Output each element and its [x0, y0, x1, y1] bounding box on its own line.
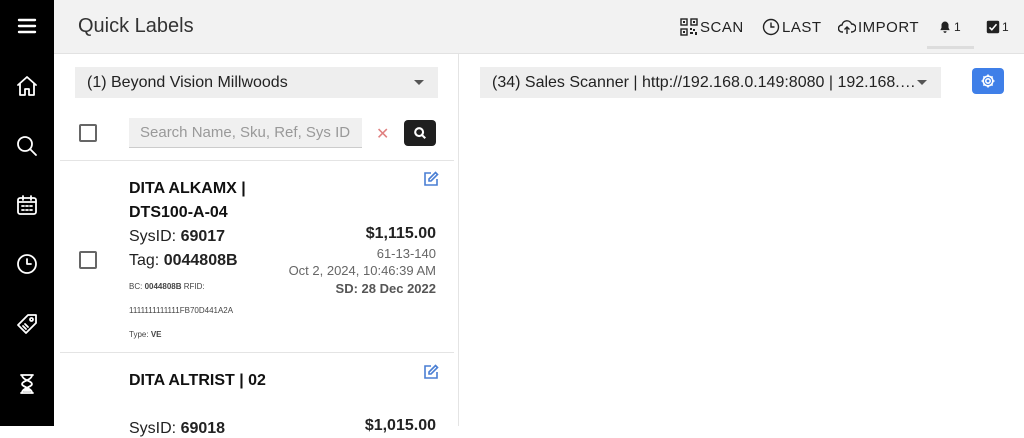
search-button[interactable]: [404, 120, 436, 146]
gear-icon: [981, 74, 995, 88]
import-button-label: IMPORT: [858, 18, 920, 36]
item-list-pane: (1) Beyond Vision Millwoods ✕ DITA ALKAM…: [54, 54, 459, 437]
last-button-label: LAST: [782, 18, 822, 36]
chevron-down-icon: [917, 80, 927, 85]
scan-button[interactable]: SCAN: [680, 16, 744, 38]
sidebar: [0, 0, 54, 426]
scanner-select[interactable]: (34) Sales Scanner | http://192.168.0.14…: [480, 67, 941, 98]
item-ref: 61-13-140: [376, 246, 436, 261]
last-button[interactable]: LAST: [762, 16, 822, 38]
tasks-count: 1: [1002, 20, 1010, 34]
notifications-count: 1: [954, 20, 962, 34]
home-icon[interactable]: [0, 66, 54, 106]
calendar-icon[interactable]: [0, 185, 54, 225]
bell-icon: [940, 21, 950, 33]
hourglass-icon[interactable]: [0, 364, 54, 404]
item-sysid: SysID: 69018: [129, 420, 226, 437]
notifications-button[interactable]: 1: [938, 16, 961, 38]
checkbox-icon: [986, 20, 1000, 34]
tasks-button[interactable]: 1: [986, 16, 1009, 38]
search-icon[interactable]: [0, 126, 54, 166]
page-title: Quick Labels: [78, 15, 194, 37]
clear-search-icon[interactable]: ✕: [376, 124, 389, 144]
cloud-upload-icon: [838, 20, 856, 34]
item-sysid: SysID: 69017: [129, 228, 226, 245]
item-sold-date: SD: 28 Dec 2022: [335, 281, 436, 296]
item-datetime: Oct 2, 2024, 10:46:39 AM: [288, 263, 436, 278]
clock-icon: [762, 18, 780, 36]
clock-icon[interactable]: [0, 244, 54, 284]
divider: [60, 160, 454, 161]
scanner-settings-button[interactable]: [972, 68, 1004, 94]
chevron-down-icon: [414, 80, 424, 85]
hamburger-icon[interactable]: [0, 6, 54, 46]
search-input[interactable]: [129, 118, 362, 148]
edit-icon[interactable]: [423, 364, 439, 380]
search-icon: [414, 127, 426, 139]
item-barcode: BC: 0044808B RFID:: [129, 282, 205, 291]
item-type: Type: VE: [129, 330, 162, 339]
divider: [60, 352, 454, 353]
item-name: DITA ALTRIST | 02: [129, 372, 266, 389]
item-rfid: 1111111111111FB70D441A2A: [129, 306, 234, 315]
top-bar: Quick Labels SCAN LAST IMPORT 1 1: [54, 0, 1024, 54]
notifications-active-indicator: [927, 46, 974, 49]
scan-button-label: SCAN: [700, 18, 744, 36]
tag-icon[interactable]: [0, 304, 54, 344]
store-select-value: (1) Beyond Vision Millwoods: [87, 73, 288, 91]
import-button[interactable]: IMPORT: [838, 16, 919, 38]
edit-icon[interactable]: [423, 171, 439, 187]
item-checkbox[interactable]: [79, 251, 97, 269]
item-tag: Tag: 0044808B: [129, 252, 238, 269]
item-name: DITA ALKAMX | DTS100-A-04: [129, 180, 246, 221]
item-price: $1,015.00: [364, 417, 436, 434]
select-all-checkbox[interactable]: [79, 124, 97, 142]
item-price: $1,115.00: [365, 225, 436, 242]
qr-code-icon: [680, 18, 698, 36]
scanner-pane: (34) Sales Scanner | http://192.168.0.14…: [460, 54, 1024, 426]
store-select[interactable]: (1) Beyond Vision Millwoods: [75, 67, 438, 98]
scanner-select-value: (34) Sales Scanner | http://192.168.0.14…: [492, 73, 916, 91]
